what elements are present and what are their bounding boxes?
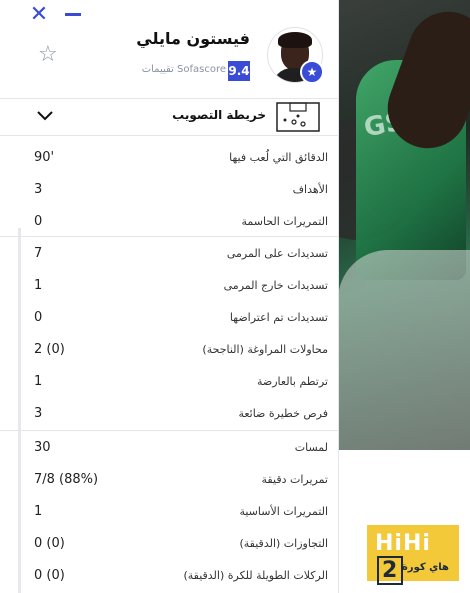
stat-row: 0 (0) التجاوزات (الدقيقة) [0, 528, 338, 560]
logo-main: HiHi2 [375, 531, 459, 585]
stat-row: 0 التمريرات الحاسمة [0, 206, 338, 238]
favorite-star-icon[interactable]: ☆ [38, 42, 58, 67]
stat-label: الركلات الطويلة للكرة (الدقيقة) [183, 569, 328, 582]
stat-value: 1 [34, 504, 43, 519]
stat-value: 0 (0) [34, 568, 65, 583]
shotmap-toggle[interactable]: خريطة التصويب [0, 99, 338, 135]
stat-row: 0 (0) الركلات الطويلة للكرة (الدقيقة) [0, 560, 338, 592]
stat-value: 3 [34, 406, 43, 421]
stat-label: التمريرات الحاسمة [241, 215, 328, 228]
stat-value: 1 [34, 374, 43, 389]
stat-row: 2 (0) محاولات المراوغة (الناجحة) [0, 334, 338, 366]
stat-row: 3 الأهداف [0, 174, 338, 206]
stat-row: 30 لمسات [0, 432, 338, 464]
stat-label: الأهداف [292, 183, 328, 196]
stat-value: 0 [34, 310, 43, 325]
stat-row: 1 التمريرات الأساسية [0, 496, 338, 528]
stat-label: ترتطم بالعارضة [256, 375, 328, 388]
background-photo: GS [338, 0, 470, 450]
stat-label: التمريرات الأساسية [239, 505, 328, 518]
stat-label: الدقائق التي لُعب فيها [229, 151, 328, 164]
logo-main-text: HiHi [375, 531, 431, 556]
section-divider [0, 430, 338, 431]
stat-label: تسديدات خارج المرمى [223, 279, 328, 292]
chevron-down-icon[interactable] [36, 107, 54, 125]
stat-row: 3 فرص خطيرة ضائعة [0, 398, 338, 430]
stat-label: تسديدات على المرمى [226, 247, 328, 260]
logo-number: 2 [377, 556, 404, 585]
stat-row: 1 ترتطم بالعارضة [0, 366, 338, 398]
divider [0, 135, 338, 136]
stat-label: فرص خطيرة ضائعة [238, 407, 328, 420]
stat-value: 0 [34, 214, 43, 229]
close-button[interactable]: ✕ [29, 4, 49, 26]
player-stats-panel: ✕ ☆ ★ فيستون مايلي 9.4 تقييمات Sofascore… [0, 0, 339, 593]
stat-label: التجاوزات (الدقيقة) [239, 537, 328, 550]
stat-row: 0 تسديدات تم اعتراضها [0, 302, 338, 334]
avatar-hair [278, 32, 312, 48]
stat-value: 1 [34, 278, 43, 293]
pitch-icon [276, 102, 320, 132]
stat-label: تمريرات دقيقة [261, 473, 328, 486]
shotmap-label: خريطة التصويب [172, 108, 266, 122]
stat-value: 0 (0) [34, 536, 65, 551]
player-name[interactable]: فيستون مايلي [136, 29, 250, 48]
minimize-button[interactable] [65, 13, 81, 16]
stat-row: 90' الدقائق التي لُعب فيها [0, 142, 338, 174]
stat-label: محاولات المراوغة (الناجحة) [202, 343, 328, 356]
stat-label: لمسات [294, 441, 328, 454]
stat-label: تسديدات تم اعتراضها [229, 311, 328, 324]
stat-row: 1 تسديدات خارج المرمى [0, 270, 338, 302]
stat-value: 90' [34, 150, 55, 165]
stat-value: 2 (0) [34, 342, 65, 357]
shorts-shape [338, 250, 470, 450]
verified-star-icon: ★ [300, 60, 324, 84]
stat-value: 3 [34, 182, 43, 197]
stat-value: 7 [34, 246, 43, 261]
logo-sub: هاي كورة [401, 562, 449, 573]
rating-caption: تقييمات Sofascore [141, 64, 226, 75]
stat-value: 30 [34, 440, 51, 455]
hihi2-logo: HiHi2 هاي كورة [367, 525, 459, 585]
stat-row: 7 تسديدات على المرمى [0, 238, 338, 270]
rating-badge: 9.4 [228, 61, 250, 81]
stat-row: 7/8 (88%) تمريرات دقيقة [0, 464, 338, 496]
stat-value: 7/8 (88%) [34, 472, 99, 487]
section-divider [0, 236, 338, 237]
